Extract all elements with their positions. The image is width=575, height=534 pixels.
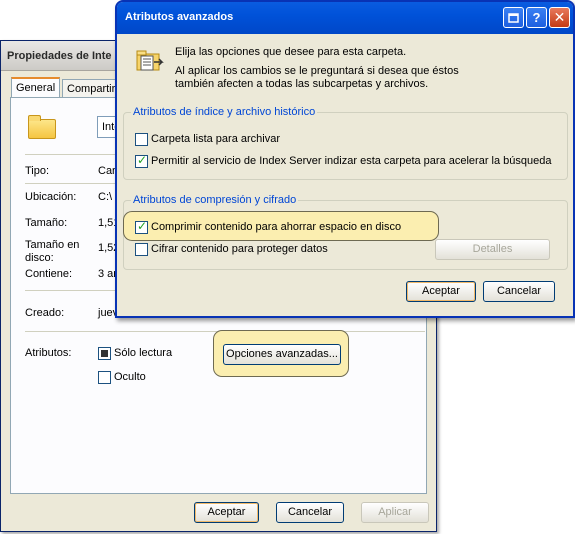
dialog-title: Atributos avanzados bbox=[125, 11, 234, 23]
archive-checkbox[interactable] bbox=[135, 133, 148, 146]
tab-compartir[interactable]: Compartir bbox=[62, 79, 121, 97]
tamano-label: Tamaño: bbox=[25, 217, 68, 229]
encrypt-label: Cifrar contenido para proteger datos bbox=[151, 243, 328, 255]
atributos-label: Atributos: bbox=[25, 347, 72, 359]
tipo-label: Tipo: bbox=[25, 165, 50, 177]
window-restore-icon[interactable] bbox=[503, 7, 524, 28]
tab-compartir-label: Compartir bbox=[67, 83, 116, 95]
intro-text-3: también afecten a todas las subcarpetas … bbox=[175, 78, 429, 90]
index-label: Permitir al servicio de Index Server ind… bbox=[151, 155, 552, 167]
creado-label: Creado: bbox=[25, 307, 65, 319]
advanced-options-button[interactable]: Opciones avanzadas... bbox=[223, 344, 341, 365]
ubicacion-label: Ubicación: bbox=[25, 191, 77, 203]
tab-general-label: General bbox=[16, 82, 56, 94]
ubicacion-value: C:\ bbox=[98, 191, 113, 203]
dialog-accept-button[interactable]: Aceptar bbox=[406, 281, 476, 302]
index-group-title: Atributos de índice y archivo histórico bbox=[131, 106, 318, 118]
index-checkbox[interactable] bbox=[135, 153, 148, 168]
archive-label: Carpeta lista para archivar bbox=[151, 133, 281, 145]
solo-lectura-label: Sólo lectura bbox=[114, 347, 173, 359]
dialog-accept-label: Aceptar bbox=[422, 285, 460, 297]
compress-label: Comprimir contenido para ahorrar espacio… bbox=[151, 221, 402, 233]
close-button[interactable]: ✕ bbox=[549, 7, 570, 28]
folder-icon bbox=[28, 115, 56, 139]
close-icon: ✕ bbox=[553, 9, 566, 25]
tamano-disco-label: Tamaño en bbox=[25, 239, 80, 251]
advanced-options-label: Opciones avanzadas... bbox=[226, 348, 338, 360]
oculto-label: Oculto bbox=[114, 371, 146, 383]
intro-text-1: Elija las opciones que desee para esta c… bbox=[175, 46, 407, 58]
details-button[interactable]: Detalles bbox=[435, 239, 550, 260]
dialog-cancel-button[interactable]: Cancelar bbox=[483, 281, 555, 302]
solo-lectura-checkbox[interactable] bbox=[98, 347, 111, 360]
tab-general[interactable]: General bbox=[11, 77, 61, 98]
apply-label: Aplicar bbox=[378, 506, 412, 518]
folder-properties-icon bbox=[136, 50, 164, 71]
cancel-button[interactable]: Cancelar bbox=[276, 502, 344, 523]
help-button[interactable]: ? bbox=[526, 7, 547, 28]
index-attributes-group bbox=[123, 112, 568, 180]
compress-checkbox[interactable] bbox=[135, 219, 148, 234]
apply-button[interactable]: Aplicar bbox=[361, 502, 429, 523]
tamano-disco-label-2: disco: bbox=[25, 252, 54, 264]
details-label: Detalles bbox=[472, 243, 513, 255]
accept-label: Aceptar bbox=[207, 506, 246, 518]
properties-window-title: Propiedades de Inte bbox=[7, 50, 112, 62]
intro-text-2: Al aplicar los cambios se le preguntará … bbox=[175, 65, 459, 77]
cancel-label: Cancelar bbox=[287, 506, 333, 518]
oculto-checkbox[interactable] bbox=[98, 371, 111, 384]
dialog-cancel-label: Cancelar bbox=[496, 285, 542, 297]
compression-group-title: Atributos de compresión y cifrado bbox=[131, 194, 299, 206]
advanced-attributes-dialog: Atributos avanzados ? ✕ Elija las opcion… bbox=[115, 0, 575, 318]
contiene-label: Contiene: bbox=[25, 268, 73, 280]
dialog-title-bar[interactable]: Atributos avanzados ? ✕ bbox=[117, 2, 573, 34]
encrypt-checkbox[interactable] bbox=[135, 243, 148, 256]
accept-button[interactable]: Aceptar bbox=[194, 502, 259, 523]
help-icon: ? bbox=[532, 10, 541, 25]
